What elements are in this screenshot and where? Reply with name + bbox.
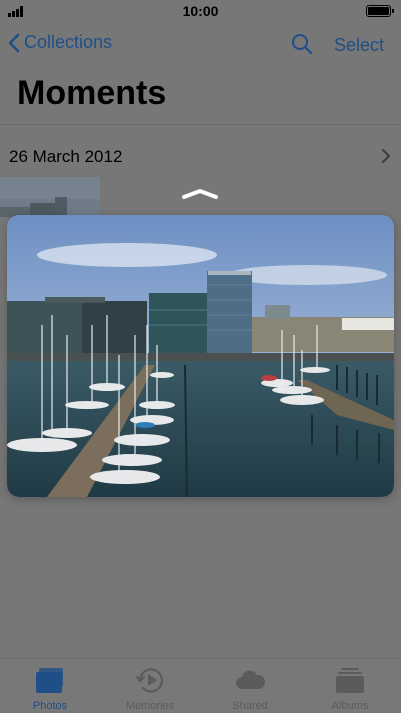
back-label: Collections	[24, 32, 113, 52]
status-time: 10:00	[182, 3, 219, 19]
moment-date: 26 March 2012	[9, 147, 123, 166]
search-icon	[292, 34, 313, 55]
page-title: Moments	[17, 74, 167, 112]
harbor-photo	[7, 215, 394, 497]
tab-albums[interactable]: Albums	[300, 659, 400, 713]
photo-preview-card[interactable]	[7, 215, 394, 497]
tab-photos[interactable]: Photos	[0, 659, 100, 713]
memories-icon	[134, 665, 166, 695]
nav-bar: Collections Select	[0, 22, 401, 66]
tab-photos-label: Photos	[32, 700, 68, 712]
search-button[interactable]	[291, 33, 313, 60]
cloud-icon	[234, 665, 266, 695]
moment-section-header[interactable]: 26 March 2012	[0, 140, 401, 170]
tab-albums-label: Albums	[331, 700, 369, 712]
tab-bar: Photos Memories Shared Albums	[0, 658, 401, 713]
tab-memories-label: Memories	[125, 700, 175, 712]
chevron-up-icon	[181, 187, 219, 205]
status-bar: 10:00	[0, 0, 401, 22]
photo-thumbnail[interactable]	[0, 177, 100, 217]
chevron-left-icon	[8, 33, 20, 52]
photos-icon	[34, 665, 66, 695]
battery-icon	[366, 5, 394, 17]
back-button[interactable]: Collections	[8, 32, 112, 53]
albums-icon	[334, 665, 366, 695]
tab-shared-label: Shared	[232, 700, 268, 712]
chevron-right-icon	[381, 148, 391, 169]
divider	[0, 124, 401, 125]
select-button[interactable]: Select	[334, 35, 384, 56]
tab-shared[interactable]: Shared	[200, 659, 300, 713]
tab-memories[interactable]: Memories	[100, 659, 200, 713]
